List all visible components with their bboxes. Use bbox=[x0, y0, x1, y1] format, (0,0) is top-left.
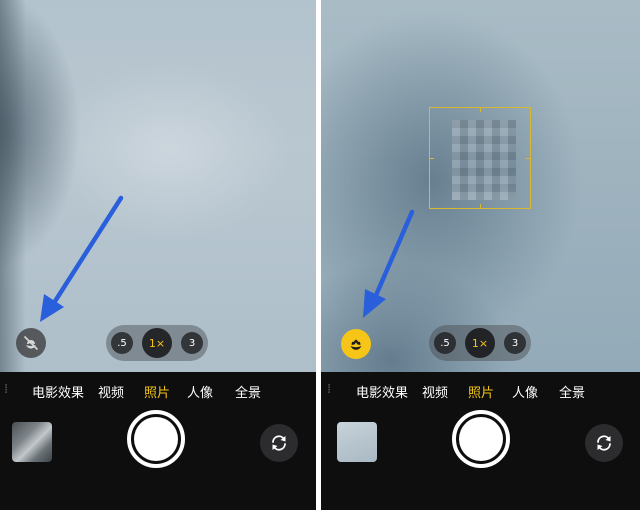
mode-video[interactable]: 视频 bbox=[422, 382, 448, 401]
focus-tick-top bbox=[480, 107, 481, 112]
mode-panorama[interactable]: 全景 bbox=[559, 382, 585, 401]
mode-edge-glyph: ⁞ bbox=[4, 382, 9, 397]
shutter-button-inner bbox=[134, 417, 178, 461]
last-photo-thumbnail[interactable] bbox=[337, 422, 377, 462]
zoom-1x-button[interactable]: 1× bbox=[465, 328, 495, 358]
mode-edge-glyph: ⁞ bbox=[327, 382, 332, 397]
mode-photo[interactable]: 照片 bbox=[144, 382, 170, 401]
mode-portrait[interactable]: 人像 bbox=[512, 382, 538, 401]
macro-off-icon bbox=[24, 336, 38, 350]
zoom-selector: .5 1× 3 bbox=[106, 325, 208, 361]
mode-portrait[interactable]: 人像 bbox=[187, 382, 213, 401]
zoom-3x-button[interactable]: 3 bbox=[504, 332, 526, 354]
camera-screen-right: .5 1× 3 ⁞ 电影效果 视频 照片 人像 全景 bbox=[321, 0, 640, 510]
camera-flip-button[interactable] bbox=[585, 424, 623, 462]
macro-toggle-button[interactable] bbox=[16, 328, 46, 358]
mode-selector: ⁞ 电影效果 视频 照片 人像 全景 bbox=[321, 372, 640, 410]
macro-toggle-button[interactable] bbox=[341, 329, 371, 359]
focus-box bbox=[429, 107, 531, 209]
zoom-0.5x-button[interactable]: .5 bbox=[111, 332, 133, 354]
mode-cinematic[interactable]: 电影效果 bbox=[32, 382, 84, 401]
mode-cinematic[interactable]: 电影效果 bbox=[356, 382, 408, 401]
mode-panorama[interactable]: 全景 bbox=[235, 382, 261, 401]
shutter-button[interactable] bbox=[452, 410, 510, 468]
viewfinder-shade bbox=[0, 0, 26, 372]
zoom-3x-button[interactable]: 3 bbox=[181, 332, 203, 354]
camera-screen-left: .5 1× 3 ⁞ 电影效果 视频 照片 人像 全景 bbox=[0, 0, 316, 510]
viewfinder[interactable]: .5 1× 3 bbox=[321, 0, 640, 372]
annotation-arrow bbox=[40, 195, 124, 322]
focus-tick-bottom bbox=[480, 204, 481, 209]
zoom-selector: .5 1× 3 bbox=[429, 325, 531, 361]
camera-flip-button[interactable] bbox=[260, 424, 298, 462]
zoom-1x-button[interactable]: 1× bbox=[142, 328, 172, 358]
shutter-button-inner bbox=[459, 417, 503, 461]
last-photo-thumbnail[interactable] bbox=[12, 422, 52, 462]
mode-photo[interactable]: 照片 bbox=[468, 382, 494, 401]
zoom-0.5x-button[interactable]: .5 bbox=[434, 332, 456, 354]
camera-flip-icon bbox=[272, 435, 286, 451]
focus-tick-right bbox=[526, 158, 531, 159]
focus-tick-left bbox=[429, 158, 434, 159]
macro-on-icon bbox=[350, 339, 362, 350]
shutter-button[interactable] bbox=[127, 410, 185, 468]
mode-selector: ⁞ 电影效果 视频 照片 人像 全景 bbox=[0, 372, 316, 410]
pixelated-subject bbox=[452, 120, 516, 200]
viewfinder[interactable]: .5 1× 3 bbox=[0, 0, 316, 372]
camera-flip-icon bbox=[597, 435, 611, 451]
mode-video[interactable]: 视频 bbox=[98, 382, 124, 401]
